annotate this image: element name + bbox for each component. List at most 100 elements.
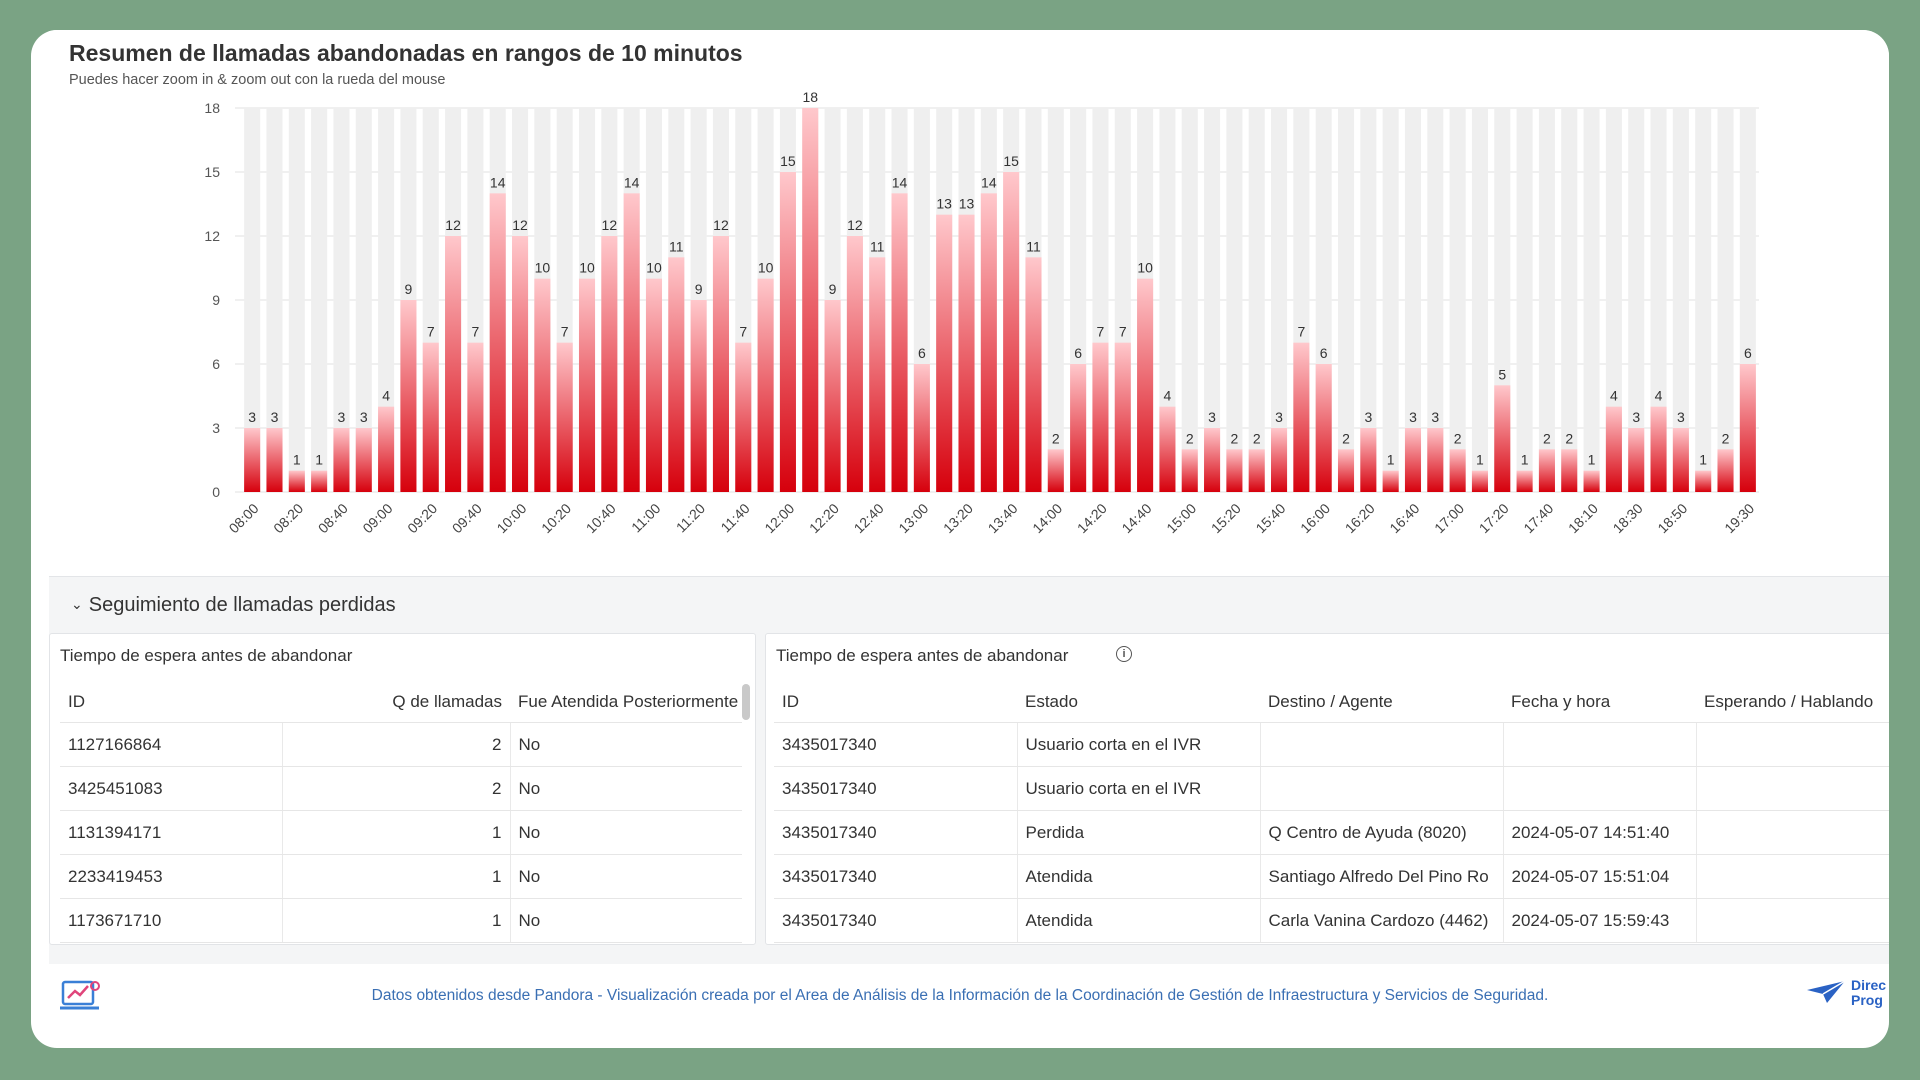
bar[interactable] (1137, 278, 1154, 492)
table-row[interactable]: 1131394171 1 No (60, 810, 742, 855)
bar[interactable] (467, 342, 484, 492)
bar[interactable] (913, 364, 930, 492)
bar[interactable] (958, 214, 975, 492)
table-row[interactable]: 3435017340 Usuario corta en el IVR (774, 722, 1889, 767)
section-toggle[interactable]: ⌄ Seguimiento de llamadas perdidas (71, 594, 396, 617)
bar[interactable] (1003, 172, 1020, 492)
bar[interactable] (244, 428, 261, 492)
x-tick-label: 14:20 (1074, 500, 1110, 536)
table-row[interactable]: 3435017340 Atendida Santiago Alfredo Del P… (774, 854, 1889, 899)
table-row[interactable]: 3425451083 2 No (60, 766, 742, 811)
bar[interactable] (422, 342, 439, 492)
bar[interactable] (712, 236, 729, 492)
bar[interactable] (489, 193, 506, 493)
bar[interactable] (1070, 364, 1087, 492)
table-row[interactable]: 2233419453 1 No (60, 854, 742, 899)
bar[interactable] (802, 108, 819, 492)
column-header-destination[interactable]: Destino / Agente (1260, 682, 1503, 723)
bar[interactable] (1404, 428, 1422, 492)
bar[interactable] (1650, 406, 1667, 492)
data-label: 13 (959, 196, 975, 212)
bar[interactable] (1494, 385, 1511, 492)
data-label: 3 (1632, 409, 1640, 425)
info-icon[interactable]: i (1116, 646, 1132, 662)
column-header-datetime[interactable]: Fecha y hora (1503, 682, 1696, 723)
column-header-waiting[interactable]: Esperando / Hablando (1696, 682, 1889, 723)
bar[interactable] (1159, 406, 1176, 492)
bar[interactable] (1248, 449, 1265, 492)
bar[interactable] (378, 406, 395, 492)
bar[interactable] (623, 193, 640, 493)
table-row[interactable]: 1173671710 1 No (60, 898, 742, 943)
column-header-count[interactable]: Q de llamadas (282, 682, 510, 723)
bar[interactable] (1226, 449, 1243, 492)
bar[interactable] (1538, 449, 1555, 492)
bar[interactable] (1739, 364, 1756, 492)
bar[interactable] (578, 278, 596, 492)
bar[interactable] (846, 236, 863, 492)
bar[interactable] (891, 193, 908, 493)
bar[interactable] (980, 193, 997, 493)
bar[interactable] (266, 428, 283, 492)
bar[interactable] (1382, 470, 1399, 492)
scrollbar-thumb[interactable] (742, 684, 750, 720)
bar[interactable] (1628, 428, 1645, 492)
bar[interactable] (645, 278, 663, 492)
bar[interactable] (1672, 428, 1689, 492)
bar[interactable] (1204, 428, 1221, 492)
bar[interactable] (1315, 364, 1332, 492)
bar[interactable] (936, 214, 953, 492)
bar[interactable] (1025, 257, 1042, 492)
bar[interactable] (735, 342, 752, 492)
bar[interactable] (1337, 449, 1355, 492)
bar[interactable] (757, 278, 774, 492)
bar[interactable] (355, 428, 372, 492)
column-header-id[interactable]: ID (60, 682, 282, 723)
bar[interactable] (1271, 428, 1288, 492)
bar[interactable] (1695, 470, 1712, 492)
bar[interactable] (534, 278, 551, 492)
organization-logo: Direc Prog (1805, 978, 1886, 1009)
bar[interactable] (556, 342, 573, 492)
bar[interactable] (512, 236, 529, 492)
bar-chart[interactable]: 3 31 13 34971271412107101214101191271015189… (31, 30, 1889, 576)
data-label: 14 (892, 174, 908, 190)
x-tick-label: 11:20 (673, 500, 709, 536)
bar[interactable] (869, 257, 886, 492)
bar[interactable] (311, 470, 328, 492)
data-label: 14 (981, 174, 997, 190)
bar[interactable] (1427, 428, 1444, 492)
bar[interactable] (1561, 449, 1578, 492)
bar[interactable] (601, 236, 618, 492)
table-row[interactable]: 3435017340 Atendida Carla Vanina Cardozo (… (774, 898, 1889, 943)
bar[interactable] (288, 470, 305, 492)
bar[interactable] (1717, 449, 1734, 492)
table-cell (1695, 898, 1889, 943)
bar[interactable] (1360, 428, 1377, 492)
bar[interactable] (1449, 449, 1466, 492)
bar[interactable] (1181, 449, 1198, 492)
bar[interactable] (824, 300, 841, 492)
bar[interactable] (333, 428, 350, 492)
column-header-id[interactable]: ID (774, 682, 1017, 723)
table-row[interactable]: 3435017340 Perdida Q Centro de Ayuda (8020… (774, 810, 1889, 855)
data-label: 12 (847, 217, 863, 233)
bar[interactable] (1583, 470, 1600, 492)
bar[interactable] (668, 257, 685, 492)
bar[interactable] (690, 300, 707, 492)
bar[interactable] (1047, 449, 1064, 492)
table-cell (1695, 766, 1889, 811)
table-row[interactable]: 3435017340 Usuario corta en el IVR (774, 766, 1889, 811)
column-header-status[interactable]: Estado (1017, 682, 1260, 723)
bar[interactable] (1516, 470, 1533, 492)
bar[interactable] (1114, 342, 1131, 492)
column-header-attended[interactable]: Fue Atendida Posteriormente (510, 682, 742, 723)
bar[interactable] (1293, 342, 1310, 492)
bar[interactable] (1605, 406, 1622, 492)
bar[interactable] (445, 236, 462, 492)
bar[interactable] (779, 172, 796, 492)
table-row[interactable]: 1127166864 2 No (60, 722, 742, 767)
bar[interactable] (400, 300, 417, 492)
bar[interactable] (1471, 470, 1488, 492)
bar[interactable] (1092, 342, 1109, 492)
